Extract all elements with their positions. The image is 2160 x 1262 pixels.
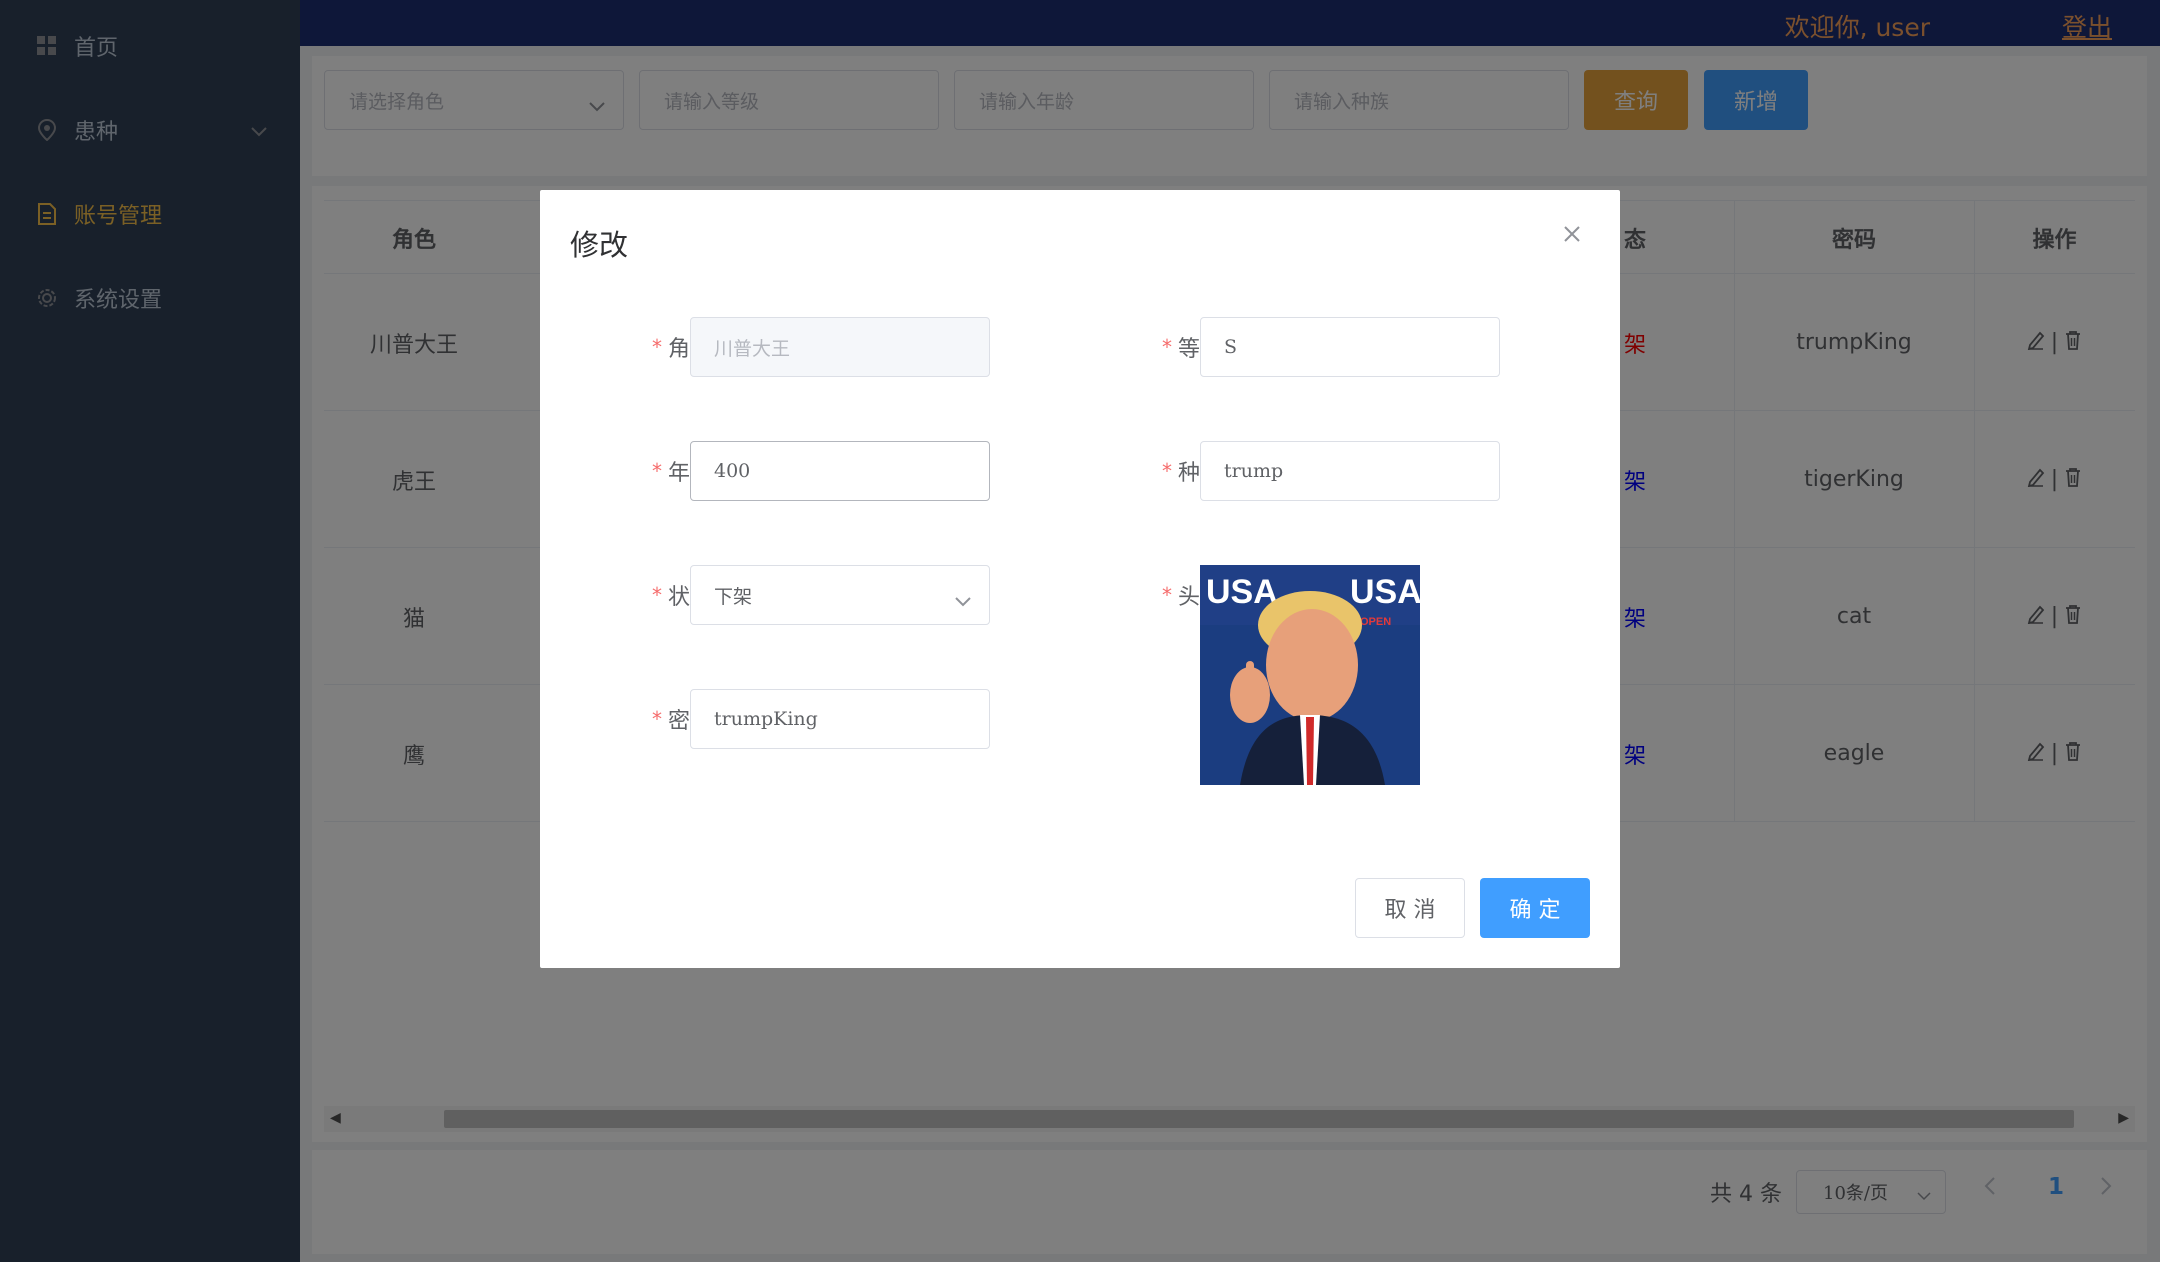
status-select-value: 下架 [714,585,753,608]
required-mark: * [1161,335,1172,359]
required-mark: * [1161,459,1172,483]
avatar-text-badge: OPEN [1360,616,1391,628]
edit-dialog: 修改 *角色 川普大王 *等级 S *年龄 400 *种族 trump *状态 … [540,190,1620,968]
required-mark: * [1161,583,1172,607]
required-mark: * [651,583,662,607]
required-mark: * [651,707,662,731]
required-mark: * [651,459,662,483]
level-field[interactable]: S [1200,317,1500,377]
race-field[interactable]: trump [1200,441,1500,501]
chevron-down-icon [955,590,971,612]
avatar-text-usa-left: USA [1206,573,1278,611]
close-icon[interactable] [1558,220,1586,248]
password-field[interactable]: trumpKing [690,689,990,749]
age-field[interactable]: 400 [690,441,990,501]
cancel-button[interactable]: 取 消 [1355,878,1465,938]
confirm-button[interactable]: 确 定 [1480,878,1590,938]
avatar-upload-image[interactable]: USA USA OPEN [1200,565,1420,785]
dialog-title: 修改 [570,228,629,262]
required-mark: * [651,335,662,359]
avatar-text-usa-right: USA [1350,573,1420,611]
role-field: 川普大王 [690,317,990,377]
status-select[interactable]: 下架 [690,565,990,625]
